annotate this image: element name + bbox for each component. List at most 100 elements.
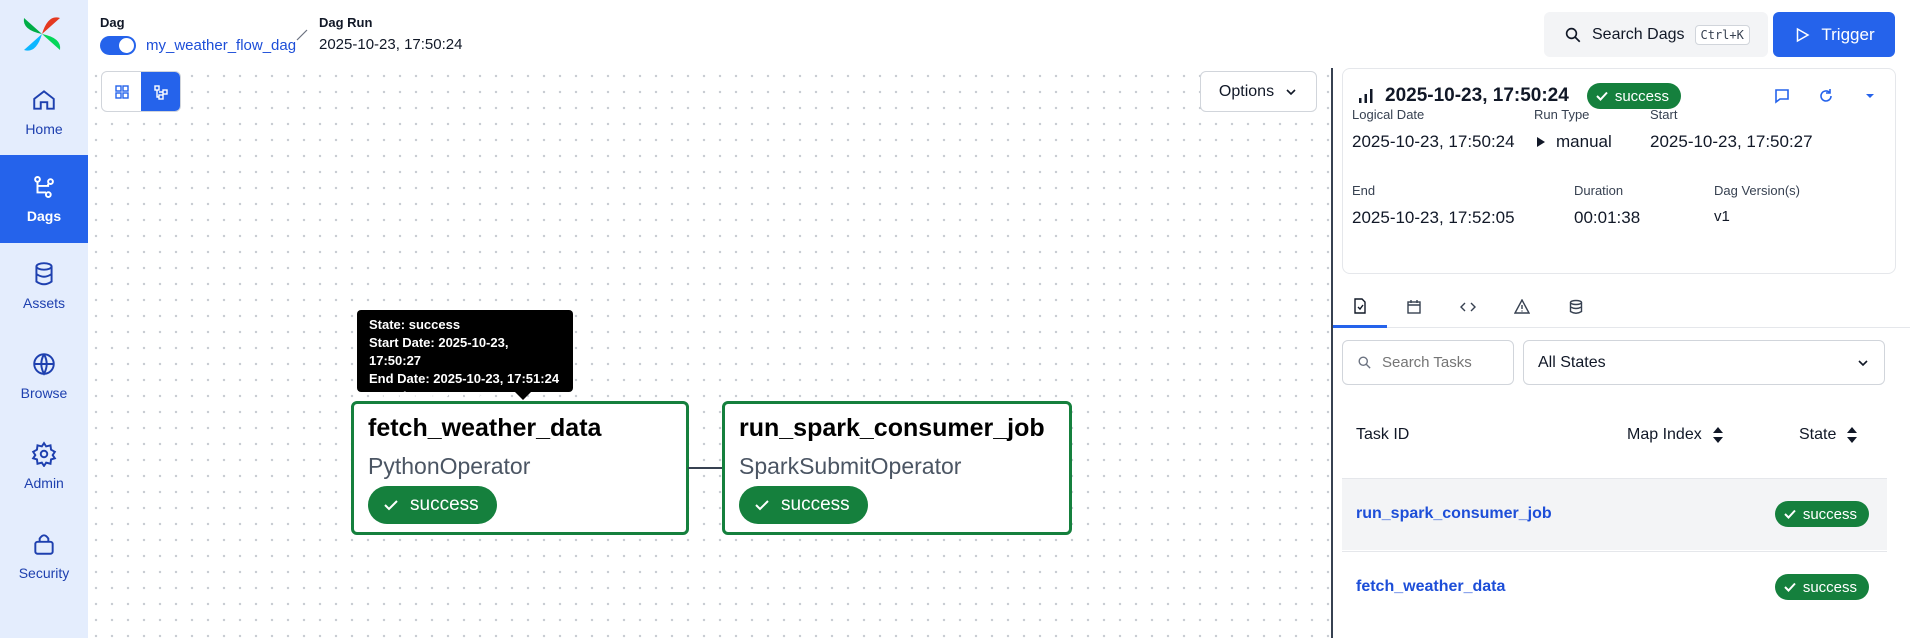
warning-icon (1514, 299, 1530, 314)
field-label: Logical Date (1352, 107, 1425, 122)
tooltip-end: End Date: 2025-10-23, 17:51:24 (369, 371, 560, 386)
panel-divider[interactable] (1331, 68, 1333, 638)
chevron-down-icon (1858, 359, 1868, 366)
task-id-link[interactable]: fetch_weather_data (1356, 578, 1505, 596)
tab-code[interactable] (1441, 286, 1495, 328)
field-value: 00:01:38 (1574, 208, 1641, 227)
graph-view-button[interactable] (141, 72, 180, 111)
nav-admin[interactable]: Admin (0, 422, 88, 510)
home-icon (33, 90, 55, 110)
column-header-task-id[interactable]: Task ID (1356, 426, 1409, 444)
table-row: fetch_weather_data success (1342, 551, 1887, 623)
nav-admin-label: Admin (24, 475, 64, 491)
status-badge-label: success (781, 494, 850, 515)
options-label: Options (1218, 82, 1275, 100)
table-row: run_spark_consumer_job success (1342, 478, 1887, 550)
search-dags-label: Search Dags (1592, 25, 1685, 43)
database-icon (1569, 299, 1583, 314)
field-run-type: Run Type manual (1534, 107, 1612, 152)
options-button[interactable]: Options (1200, 71, 1317, 112)
trigger-button[interactable]: Trigger (1773, 12, 1895, 57)
task-node-run-spark-consumer-job[interactable]: run_spark_consumer_job SparkSubmitOperat… (722, 401, 1072, 535)
dag-enabled-toggle[interactable] (100, 36, 136, 55)
search-dags-button[interactable]: Search Dags Ctrl+K (1544, 12, 1768, 57)
field-label: End (1352, 183, 1376, 198)
grid-view-button[interactable] (102, 72, 141, 111)
breadcrumb-dag: Dag my_weather_flow_dag (100, 15, 296, 55)
tab-events[interactable] (1387, 286, 1441, 328)
field-end: End 2025-10-23, 17:52:05 (1352, 183, 1515, 228)
task-node-fetch-weather-data[interactable]: fetch_weather_data PythonOperator succes… (351, 401, 689, 535)
field-label: Run Type (1534, 107, 1590, 122)
field-value[interactable]: v1 (1714, 208, 1800, 225)
dag-name-link[interactable]: my_weather_flow_dag (146, 37, 296, 54)
app-root: Home Dags Assets Browse Admin Security D… (0, 0, 1910, 638)
nav-security[interactable]: Security (0, 512, 88, 600)
status-badge-label: success (1614, 87, 1669, 105)
nav-browse[interactable]: Browse (0, 332, 88, 420)
task-node-title: run_spark_consumer_job (739, 414, 1045, 442)
dag-run-value[interactable]: 2025-10-23, 17:50:24 (319, 36, 462, 53)
grid-icon (114, 84, 129, 99)
status-badge: success (739, 486, 868, 524)
graph-canvas[interactable] (88, 68, 1330, 638)
nav-home[interactable]: Home (0, 68, 88, 156)
tooltip-state: State: success (369, 317, 461, 332)
task-node-operator: PythonOperator (368, 453, 531, 479)
search-icon (1565, 27, 1581, 42)
sort-icon (1847, 427, 1858, 443)
field-label: Dag Version(s) (1714, 183, 1800, 198)
tab-warnings[interactable] (1495, 286, 1549, 328)
status-badge: success (1586, 83, 1681, 109)
graph-view-icon (153, 84, 168, 100)
play-icon (1797, 27, 1810, 42)
graph-edge (688, 467, 724, 469)
task-node-title: fetch_weather_data (368, 414, 602, 442)
search-tasks-field[interactable] (1342, 340, 1514, 385)
state-filter-select[interactable]: All States (1523, 340, 1885, 385)
nav-dags[interactable]: Dags (0, 155, 88, 243)
search-tasks-input[interactable] (1382, 354, 1512, 371)
nav-assets[interactable]: Assets (0, 242, 88, 330)
task-id-link[interactable]: run_spark_consumer_job (1356, 505, 1552, 523)
bar-chart-icon (1359, 89, 1373, 103)
globe-icon (33, 353, 55, 376)
database-icon (35, 262, 53, 286)
field-dag-version: Dag Version(s) v1 (1714, 183, 1800, 225)
field-logical-date: Logical Date 2025-10-23, 17:50:24 (1352, 107, 1515, 152)
task-tooltip: State: success Start Date: 2025-10-23, 1… (357, 310, 573, 404)
caret-down-icon[interactable] (1861, 87, 1879, 105)
tab-assets[interactable] (1549, 286, 1603, 328)
nav-dags-label: Dags (26, 208, 62, 224)
tab-task-instances[interactable] (1333, 286, 1387, 328)
task-node-operator: SparkSubmitOperator (739, 453, 962, 479)
code-icon (1460, 302, 1476, 312)
search-icon (1358, 356, 1371, 369)
view-toggle (101, 71, 181, 112)
search-shortcut: Ctrl+K (1694, 24, 1750, 45)
field-value: 2025-10-23, 17:50:24 (1352, 132, 1515, 151)
status-badge-label: success (410, 494, 479, 515)
nav-home-label: Home (25, 121, 63, 137)
column-header-map-index[interactable]: Map Index (1627, 426, 1724, 444)
dags-icon (34, 176, 54, 198)
dag-label: Dag (100, 15, 125, 30)
nav-browse-label: Browse (20, 385, 68, 401)
task-table-header: Task ID Map Index State (1342, 412, 1887, 462)
check-icon (384, 500, 398, 511)
status-badge: success (1774, 501, 1869, 527)
run-title: 2025-10-23, 17:50:24 (1385, 85, 1569, 106)
check-icon (1596, 91, 1608, 101)
airflow-logo[interactable] (20, 12, 64, 56)
note-icon[interactable] (1773, 87, 1791, 105)
breadcrumb-dag-run: Dag Run 2025-10-23, 17:50:24 (319, 15, 462, 53)
refresh-icon[interactable] (1817, 87, 1835, 105)
column-header-state[interactable]: State (1799, 426, 1858, 444)
field-label: Start (1650, 107, 1678, 122)
column-label: State (1799, 426, 1837, 443)
nav-security-label: Security (18, 565, 70, 581)
field-label: Duration (1574, 183, 1624, 198)
sidebar: Home Dags Assets Browse Admin Security (0, 0, 88, 638)
check-icon (1784, 509, 1796, 519)
field-value: 2025-10-23, 17:52:05 (1352, 208, 1515, 227)
